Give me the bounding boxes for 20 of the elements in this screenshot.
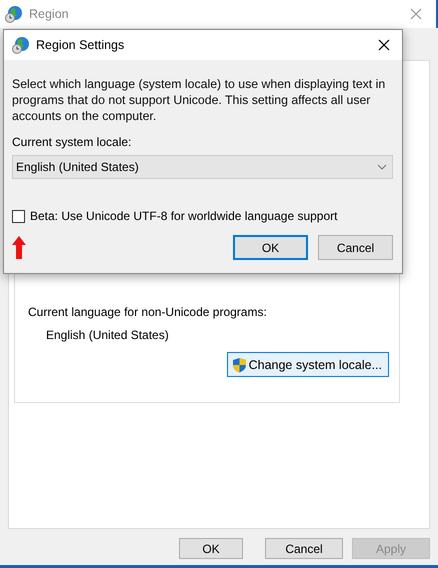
locale-value: English (United States) <box>46 328 170 342</box>
globe-icon <box>12 36 30 54</box>
checkbox[interactable] <box>12 210 25 222</box>
description-text: Select which language (system locale) to use when displaying text in programs that do not support Unicode. This setting affects all user accounts on the computer. <box>12 76 386 124</box>
change-locale-button[interactable]: Change system locale... <box>226 352 389 377</box>
window-title: Region <box>29 7 70 21</box>
locale-dropdown[interactable]: English (United States) <box>12 155 393 179</box>
dialog-title: Region Settings <box>36 38 126 52</box>
locale-label: Current system locale: <box>12 135 132 149</box>
globe-icon <box>5 5 23 23</box>
dialog-button[interactable]: OK <box>233 235 308 260</box>
shield-icon <box>232 356 247 372</box>
dialog-button[interactable]: OK <box>179 538 243 559</box>
up-arrow-icon <box>12 236 26 259</box>
checkbox-label: Beta: Use Unicode UTF-8 for worldwide language support <box>30 209 338 223</box>
chevron-down-icon <box>377 164 387 170</box>
locale-label: Current language for non-Unicode programs: <box>28 305 268 319</box>
close-icon[interactable] <box>378 39 390 51</box>
dialog-button[interactable]: Cancel <box>318 235 393 260</box>
dialog-button[interactable]: Cancel <box>265 538 343 559</box>
